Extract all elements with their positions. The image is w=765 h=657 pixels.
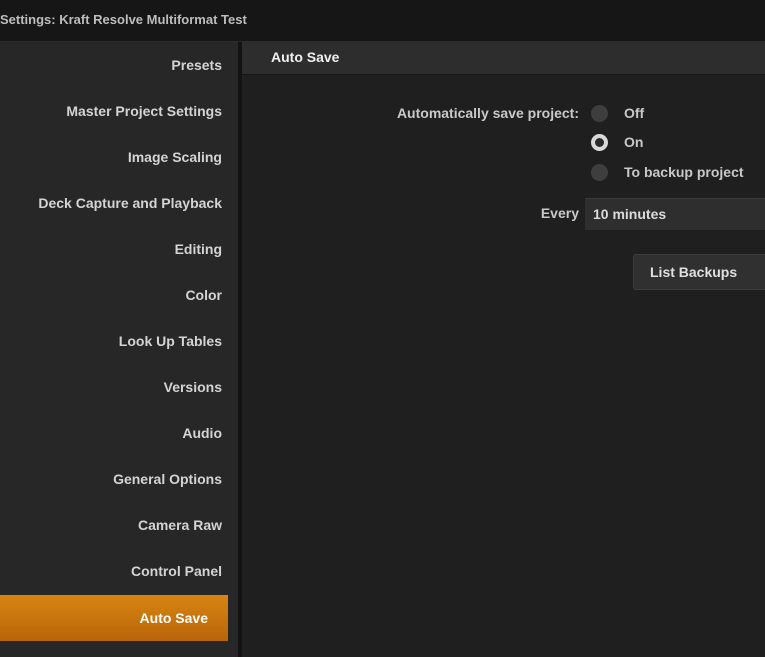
sidebar-item-label: Color [185, 287, 222, 303]
section-title: Auto Save [271, 49, 340, 65]
sidebar-item-general-options[interactable]: General Options [0, 456, 238, 502]
sidebar-item-label: Deck Capture and Playback [38, 195, 222, 211]
sidebar-item-label: Control Panel [130, 563, 222, 579]
sidebar-item-label: Versions [163, 379, 222, 395]
every-label: Every [540, 205, 579, 221]
radio-backup-project-label[interactable]: To backup project [624, 164, 744, 180]
radio-off-label[interactable]: Off [624, 105, 644, 121]
sidebar-item-audio[interactable]: Audio [0, 410, 238, 456]
sidebar-item-label: Master Project Settings [66, 103, 222, 119]
sidebar-item-label: Image Scaling [127, 149, 222, 165]
sidebar-item-label: Presets [171, 57, 222, 73]
radio-on-label[interactable]: On [624, 134, 643, 150]
radio-on[interactable] [591, 134, 608, 151]
autosave-label: Automatically save project: [396, 105, 579, 121]
sidebar-item-camera-raw[interactable]: Camera Raw [0, 502, 238, 548]
sidebar-item-master-project-settings[interactable]: Master Project Settings [0, 88, 238, 134]
sidebar-item-auto-save[interactable]: Auto Save [0, 595, 228, 641]
sidebar-item-color[interactable]: Color [0, 272, 238, 318]
sidebar-item-look-up-tables[interactable]: Look Up Tables [0, 318, 238, 364]
sidebar-item-control-panel[interactable]: Control Panel [0, 548, 238, 594]
radio-backup-project[interactable] [591, 164, 608, 181]
sidebar-item-presets[interactable]: Presets [0, 42, 238, 88]
settings-sidebar: Presets Master Project Settings Image Sc… [0, 42, 238, 657]
sidebar-item-label: Look Up Tables [118, 333, 222, 349]
title-bar: Settings: Kraft Resolve Multiformat Test [0, 0, 765, 42]
sidebar-item-label: General Options [113, 471, 222, 487]
interval-value: 10 minutes [593, 206, 667, 222]
settings-content: Auto Save Automatically save project: Of… [242, 42, 765, 657]
sidebar-item-editing[interactable]: Editing [0, 226, 238, 272]
interval-select[interactable]: 10 minutes [585, 198, 765, 230]
window-title: Settings: Kraft Resolve Multiformat Test [0, 12, 247, 27]
sidebar-item-deck-capture[interactable]: Deck Capture and Playback [0, 180, 238, 226]
sidebar-item-label: Camera Raw [137, 517, 222, 533]
sidebar-item-image-scaling[interactable]: Image Scaling [0, 134, 238, 180]
section-header: Auto Save [242, 42, 765, 75]
sidebar-item-versions[interactable]: Versions [0, 364, 238, 410]
list-backups-label: List Backups [650, 264, 738, 280]
sidebar-item-label: Audio [182, 425, 222, 441]
list-backups-button[interactable]: List Backups [633, 254, 765, 290]
sidebar-item-label: Editing [174, 241, 222, 257]
radio-off[interactable] [591, 105, 608, 122]
sidebar-item-label: Auto Save [139, 610, 208, 626]
